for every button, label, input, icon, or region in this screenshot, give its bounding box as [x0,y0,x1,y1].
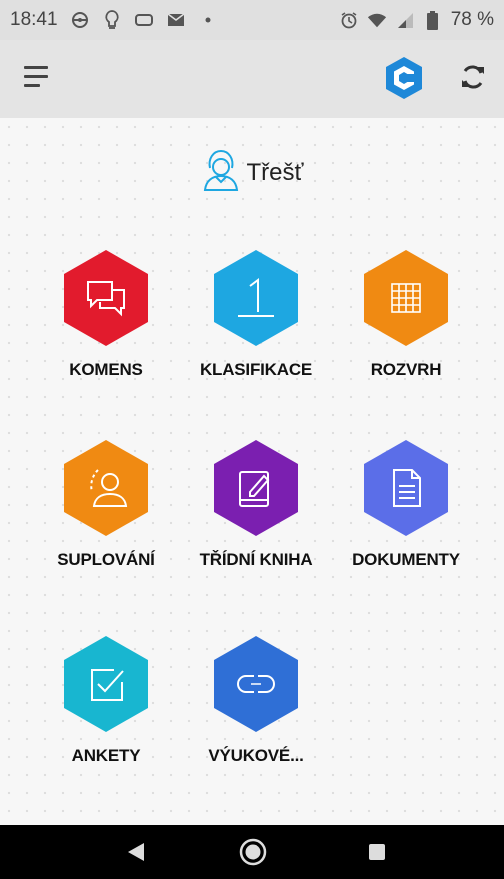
signal-icon [395,10,415,30]
status-time: 18:41 [10,9,58,30]
bakalari-logo-icon [384,56,424,100]
cast-icon [134,10,154,30]
tile-label: ANKETY [71,746,141,765]
hamburger-menu-icon[interactable] [24,66,48,88]
wifi-icon [367,10,387,30]
tile-klasifikace[interactable]: KLASIFIKACE [186,250,326,380]
user-avatar-icon [201,148,241,199]
app-bar [0,40,504,118]
class-book-icon [214,440,298,536]
recents-square-icon[interactable] [362,837,392,867]
dot-icon [198,10,218,30]
alarm-icon [339,10,359,30]
grade-one-icon [214,250,298,346]
document-icon [364,440,448,536]
tile-label: DOKUMENTY [352,550,460,569]
tile-label: SUPLOVÁNÍ [57,550,155,569]
tile-label: VÝUKOVÉ... [208,746,304,765]
status-bar: 18:41 78 % [0,0,504,40]
checkbox-icon [64,636,148,732]
timetable-icon [364,250,448,346]
link-icon [214,636,298,732]
bulb-icon [102,10,122,30]
tile-komens[interactable]: KOMENS [36,250,176,380]
chat-bubbles-icon [64,250,148,346]
tile-vyukove[interactable]: VÝUKOVÉ... [186,636,326,766]
tile-dokumenty[interactable]: DOKUMENTY [336,440,476,570]
vpn-icon [70,10,90,30]
battery-percent: 78 % [450,9,494,30]
dashboard-content: Třešť KOMENS KLASIFIKACE ROZVRH SUPLOVÁN… [0,118,504,825]
status-left: 18:41 [10,9,218,31]
tile-label: TŘÍDNÍ KNIHA [199,550,313,569]
user-name: Třešť [246,159,304,186]
tile-tridni-kniha[interactable]: TŘÍDNÍ KNIHA [186,440,326,570]
status-right: 78 % [339,9,494,31]
tile-label: ROZVRH [370,360,442,379]
battery-icon [423,10,443,30]
tile-ankety[interactable]: ANKETY [36,636,176,766]
refresh-icon[interactable] [458,62,488,92]
tile-suplovani[interactable]: SUPLOVÁNÍ [36,440,176,570]
user-header[interactable]: Třešť [0,148,504,198]
back-triangle-icon[interactable] [122,837,152,867]
home-circle-icon[interactable] [238,837,268,867]
tile-label: KOMENS [69,360,143,379]
system-nav-bar [0,825,504,879]
substitute-person-icon [64,440,148,536]
tile-rozvrh[interactable]: ROZVRH [336,250,476,380]
tile-label: KLASIFIKACE [199,360,313,379]
mail-icon [166,10,186,30]
